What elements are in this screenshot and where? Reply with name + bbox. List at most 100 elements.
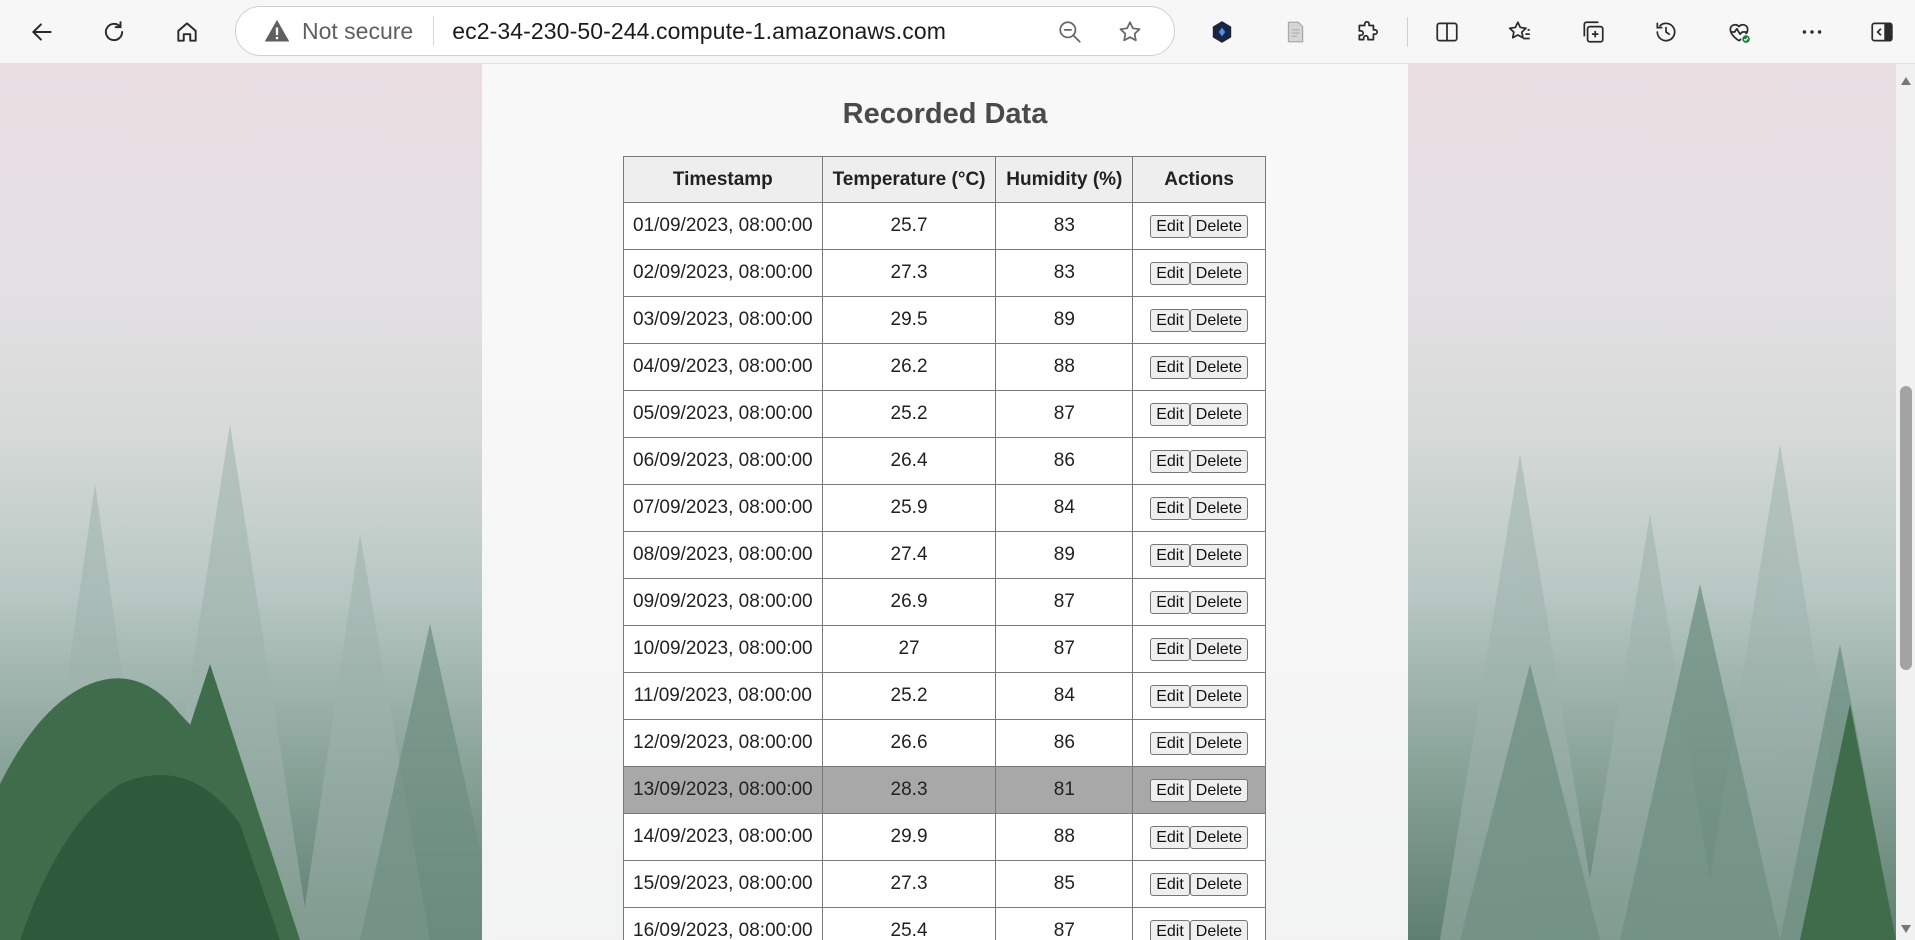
- browser-toolbar: Not secure ec2-34-230-50-244.compute-1.a…: [0, 0, 1915, 64]
- delete-button[interactable]: Delete: [1189, 261, 1249, 285]
- scrollbar-thumb[interactable]: [1900, 386, 1912, 670]
- table-row[interactable]: 09/09/2023, 08:00:00 26.9 87 Edit Delete: [623, 578, 1266, 626]
- cell-temperature: 27.4: [821, 531, 997, 579]
- edit-button[interactable]: Edit: [1150, 449, 1190, 473]
- cell-humidity: 83: [995, 249, 1134, 297]
- edit-button[interactable]: Edit: [1150, 731, 1190, 755]
- reading-view-icon[interactable]: [1275, 12, 1315, 52]
- edit-button[interactable]: Edit: [1150, 825, 1190, 849]
- cell-actions: Edit Delete: [1132, 907, 1266, 940]
- cell-humidity: 86: [995, 437, 1134, 485]
- delete-button[interactable]: Delete: [1189, 872, 1249, 896]
- table-row[interactable]: 16/09/2023, 08:00:00 25.4 87 Edit Delete: [623, 907, 1266, 940]
- extensions-icon[interactable]: [1348, 12, 1388, 52]
- table-row[interactable]: 11/09/2023, 08:00:00 25.2 84 Edit Delete: [623, 672, 1266, 720]
- cell-temperature: 27: [821, 625, 997, 673]
- delete-button[interactable]: Delete: [1189, 543, 1249, 567]
- extension-badge-icon[interactable]: [1202, 12, 1242, 52]
- cell-humidity: 81: [995, 766, 1134, 814]
- cell-actions: Edit Delete: [1132, 766, 1266, 814]
- delete-button[interactable]: Delete: [1189, 825, 1249, 849]
- edit-button[interactable]: Edit: [1150, 778, 1190, 802]
- table-row[interactable]: 14/09/2023, 08:00:00 29.9 88 Edit Delete: [623, 813, 1266, 861]
- delete-button[interactable]: Delete: [1189, 214, 1249, 238]
- table-row[interactable]: 03/09/2023, 08:00:00 29.5 89 Edit Delete: [623, 296, 1266, 344]
- edit-button[interactable]: Edit: [1150, 590, 1190, 614]
- zoom-out-icon[interactable]: [1054, 16, 1086, 48]
- cell-actions: Edit Delete: [1132, 437, 1266, 485]
- back-icon[interactable]: [22, 12, 62, 52]
- cell-timestamp: 16/09/2023, 08:00:00: [623, 907, 823, 940]
- cell-humidity: 88: [995, 343, 1134, 391]
- edit-button[interactable]: Edit: [1150, 543, 1190, 567]
- table-row[interactable]: 01/09/2023, 08:00:00 25.7 83 Edit Delete: [623, 202, 1266, 250]
- table-row[interactable]: 13/09/2023, 08:00:00 28.3 81 Edit Delete: [623, 766, 1266, 814]
- cell-timestamp: 09/09/2023, 08:00:00: [623, 578, 823, 626]
- edit-button[interactable]: Edit: [1150, 919, 1190, 940]
- cell-actions: Edit Delete: [1132, 296, 1266, 344]
- delete-button[interactable]: Delete: [1189, 308, 1249, 332]
- cell-temperature: 25.2: [821, 672, 997, 720]
- delete-button[interactable]: Delete: [1189, 402, 1249, 426]
- cell-temperature: 29.9: [821, 813, 997, 861]
- edit-button[interactable]: Edit: [1150, 261, 1190, 285]
- table-row[interactable]: 06/09/2023, 08:00:00 26.4 86 Edit Delete: [623, 437, 1266, 485]
- column-header-timestamp: Timestamp: [623, 156, 823, 203]
- cell-timestamp: 07/09/2023, 08:00:00: [623, 484, 823, 532]
- table-row[interactable]: 10/09/2023, 08:00:00 27 87 Edit Delete: [623, 625, 1266, 673]
- edit-button[interactable]: Edit: [1150, 637, 1190, 661]
- delete-button[interactable]: Delete: [1189, 449, 1249, 473]
- delete-button[interactable]: Delete: [1189, 496, 1249, 520]
- address-bar[interactable]: Not secure ec2-34-230-50-244.compute-1.a…: [235, 6, 1175, 56]
- cell-actions: Edit Delete: [1132, 813, 1266, 861]
- table-row[interactable]: 15/09/2023, 08:00:00 27.3 85 Edit Delete: [623, 860, 1266, 908]
- sidebar-icon[interactable]: [1862, 12, 1902, 52]
- recorded-data-table: Timestamp Temperature (°C) Humidity (%) …: [623, 156, 1266, 940]
- delete-button[interactable]: Delete: [1189, 355, 1249, 379]
- cell-temperature: 26.9: [821, 578, 997, 626]
- edit-button[interactable]: Edit: [1150, 496, 1190, 520]
- refresh-icon[interactable]: [94, 12, 134, 52]
- delete-button[interactable]: Delete: [1189, 731, 1249, 755]
- cell-humidity: 89: [995, 531, 1134, 579]
- collections-icon[interactable]: [1573, 12, 1613, 52]
- content-panel: Recorded Data Timestamp Temperature (°C)…: [482, 64, 1408, 940]
- table-row[interactable]: 08/09/2023, 08:00:00 27.4 89 Edit Delete: [623, 531, 1266, 579]
- delete-button[interactable]: Delete: [1189, 919, 1249, 940]
- cell-timestamp: 11/09/2023, 08:00:00: [623, 672, 823, 720]
- delete-button[interactable]: Delete: [1189, 778, 1249, 802]
- page-scrollbar[interactable]: [1896, 64, 1915, 940]
- table-row[interactable]: 05/09/2023, 08:00:00 25.2 87 Edit Delete: [623, 390, 1266, 438]
- security-label[interactable]: Not secure: [302, 18, 413, 45]
- browser-essentials-icon[interactable]: [1719, 12, 1759, 52]
- favorite-icon[interactable]: [1114, 16, 1146, 48]
- table-row[interactable]: 04/09/2023, 08:00:00 26.2 88 Edit Delete: [623, 343, 1266, 391]
- url-text[interactable]: ec2-34-230-50-244.compute-1.amazonaws.co…: [452, 18, 946, 45]
- scroll-down-icon[interactable]: [1896, 920, 1915, 938]
- edit-button[interactable]: Edit: [1150, 684, 1190, 708]
- edit-button[interactable]: Edit: [1150, 872, 1190, 896]
- column-header-humidity: Humidity (%): [995, 156, 1134, 203]
- favorites-icon[interactable]: [1500, 12, 1540, 52]
- edit-button[interactable]: Edit: [1150, 308, 1190, 332]
- table-row[interactable]: 02/09/2023, 08:00:00 27.3 83 Edit Delete: [623, 249, 1266, 297]
- edit-button[interactable]: Edit: [1150, 214, 1190, 238]
- cell-temperature: 26.4: [821, 437, 997, 485]
- edit-button[interactable]: Edit: [1150, 402, 1190, 426]
- home-icon[interactable]: [167, 12, 207, 52]
- delete-button[interactable]: Delete: [1189, 684, 1249, 708]
- delete-button[interactable]: Delete: [1189, 590, 1249, 614]
- edit-button[interactable]: Edit: [1150, 355, 1190, 379]
- history-icon[interactable]: [1646, 12, 1686, 52]
- cell-temperature: 25.4: [821, 907, 997, 940]
- cell-humidity: 87: [995, 390, 1134, 438]
- cell-timestamp: 15/09/2023, 08:00:00: [623, 860, 823, 908]
- table-row[interactable]: 12/09/2023, 08:00:00 26.6 86 Edit Delete: [623, 719, 1266, 767]
- cell-humidity: 87: [995, 625, 1134, 673]
- scroll-up-icon[interactable]: [1896, 72, 1915, 90]
- more-icon[interactable]: [1792, 12, 1832, 52]
- table-row[interactable]: 07/09/2023, 08:00:00 25.9 84 Edit Delete: [623, 484, 1266, 532]
- split-screen-icon[interactable]: [1427, 12, 1467, 52]
- cell-actions: Edit Delete: [1132, 672, 1266, 720]
- delete-button[interactable]: Delete: [1189, 637, 1249, 661]
